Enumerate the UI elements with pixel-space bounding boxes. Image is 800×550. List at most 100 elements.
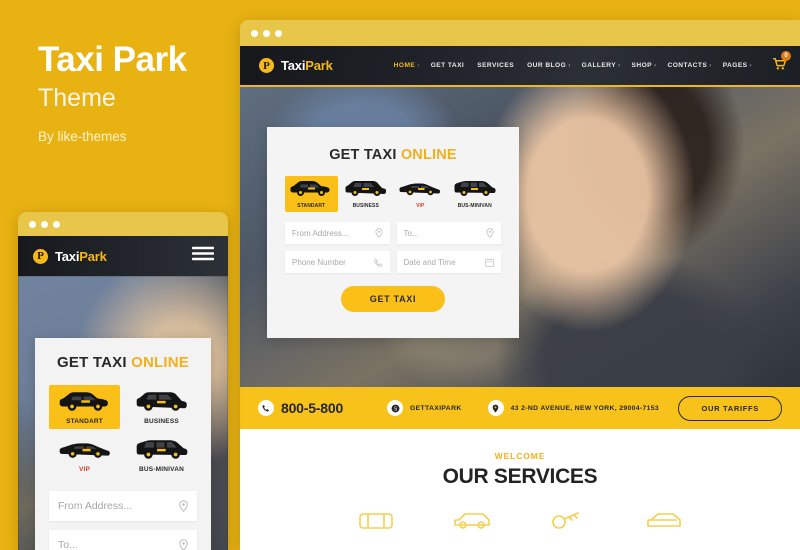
services-section: WELCOME OUR SERVICES [240,429,800,532]
date-time-field[interactable]: Date and Time [396,251,501,273]
logo-text-accent: Park [305,58,333,73]
car-type-label: STANDART [66,418,103,425]
nav-label: HOME [393,62,416,69]
key-icon[interactable] [548,506,588,532]
contact-phone[interactable]: 800-5-800 [258,400,343,416]
car-type-business[interactable]: BUSINESS [340,176,393,212]
to-address-field[interactable]: To... [396,222,501,244]
nav-label: SHOP [631,62,653,69]
taxi-side-icon[interactable] [452,506,492,532]
window-dot-maximize-icon[interactable] [275,29,282,37]
car-type-label: BUS-MINIVAN [457,203,492,209]
car-type-vip[interactable]: VIP [49,433,120,477]
desktop-window-titlebar [240,20,800,46]
to-address-placeholder: To... [403,228,419,238]
promo-block: Taxi Park Theme By like-themes [38,40,238,144]
chevron-right-icon: › [417,63,420,69]
chevron-right-icon: › [618,63,621,69]
map-pin-icon [487,400,504,416]
phone-number-field[interactable]: Phone Number [285,251,390,273]
desktop-mockup-window: P TaxiPark HOME › GET TAXI SERVICES OUR B… [240,20,800,550]
main-navigation: HOME › GET TAXI SERVICES OUR BLOG › GALLER… [394,50,791,75]
to-address-placeholder: To... [58,539,78,550]
car-type-label: BUS-MINIVAN [138,466,185,473]
from-address-placeholder: From Address... [58,500,133,512]
car-type-standart[interactable]: STANDART [49,385,120,429]
nav-label: GET TAXI [430,62,465,69]
mobile-menu-button[interactable] [191,246,215,266]
mobile-mockup-window: P TaxiPark GET TAXI ONLINE STANDART BUSI… [18,212,228,550]
mobile-viewport: P TaxiPark GET TAXI ONLINE STANDART BUSI… [18,236,228,550]
from-address-field[interactable]: From Address... [285,222,390,244]
phone-icon [373,258,382,267]
hero-section: GET TAXI ONLINE STANDART BUSINESS VIP BU… [240,87,800,387]
nav-item-our-blog[interactable]: OUR BLOG › [527,62,571,69]
taxi-front-icon[interactable] [356,506,396,532]
logo-badge-icon: P [32,247,49,265]
map-pin-icon [374,228,383,238]
car-type-label: VIP [78,466,91,473]
booking-form-card: GET TAXI ONLINE STANDART BUSINESS VIP BU… [267,127,519,338]
contact-skype[interactable]: S GETTAXIPARK [387,400,462,416]
car-type-bus-minivan[interactable]: BUS-MINIVAN [449,176,502,212]
car-type-business[interactable]: BUSINESS [126,385,197,429]
logo-text-light: Taxi [55,248,80,264]
page-title: Taxi Park [38,40,187,79]
window-dot-close-icon[interactable] [251,29,258,37]
mobile-to-address-field[interactable]: To... [49,530,197,550]
promo-subtitle: Theme [38,83,116,112]
nav-item-services[interactable]: SERVICES [477,62,516,69]
mobile-window-titlebar [18,212,228,236]
our-tariffs-button[interactable]: OUR TARIFFS [678,395,782,421]
car-icon[interactable] [644,506,684,532]
mobile-from-address-field[interactable]: From Address... [49,491,197,521]
cart-button[interactable]: 0 [772,50,791,75]
chevron-right-icon: › [749,63,752,69]
car-type-standart[interactable]: STANDART [285,176,338,212]
mobile-car-type-selector: STANDART BUSINESS VIP BUS-MINIVAN [49,385,197,477]
window-dot-maximize-icon[interactable] [53,220,60,228]
get-taxi-submit-button[interactable]: GET TAXI [340,286,446,312]
nav-label: CONTACTS [667,62,708,69]
contact-skype-handle: GETTAXIPARK [410,404,462,412]
contact-phone-number: 800-5-800 [281,400,344,416]
map-pin-icon [179,539,188,550]
chevron-right-icon: › [568,63,571,69]
window-dot-minimize-icon[interactable] [263,29,270,37]
date-time-placeholder: Date and Time [403,257,456,267]
mobile-booking-form-card: GET TAXI ONLINE STANDART BUSINESS VIP BU… [35,338,211,550]
nav-item-gallery[interactable]: GALLERY › [582,62,621,69]
nav-item-pages[interactable]: PAGES › [723,62,752,69]
nav-item-contacts[interactable]: CONTACTS › [667,62,711,69]
mobile-site-logo[interactable]: P TaxiPark [32,247,107,265]
contact-address[interactable]: 43 2-ND AVENUE, NEW YORK, 29004-7153 [487,400,659,416]
car-type-bus-minivan[interactable]: BUS-MINIVAN [126,433,197,477]
mobile-booking-form-title: GET TAXI ONLINE [49,354,197,371]
window-dot-close-icon[interactable] [29,220,36,228]
nav-label: OUR BLOG [527,62,567,69]
chevron-right-icon: › [709,63,712,69]
window-dot-minimize-icon[interactable] [41,220,48,228]
booking-row-addresses: From Address... To... [285,222,501,244]
desktop-viewport: P TaxiPark HOME › GET TAXI SERVICES OUR B… [240,46,800,550]
nav-item-shop[interactable]: SHOP › [632,62,657,69]
nav-label: SERVICES [477,62,515,69]
booking-title-main: GET TAXI [329,147,397,163]
wagon-taxi-icon [345,181,386,196]
car-type-label: VIP [416,203,425,209]
logo-text-light: Taxi [281,58,306,73]
nav-label: PAGES [722,62,748,69]
booking-row-phone-date: Phone Number Date and Time [285,251,501,273]
sedan-taxi-icon [59,392,108,411]
nav-item-home[interactable]: HOME › [394,62,420,69]
sports-taxi-icon [59,443,110,458]
sedan-taxi-icon [290,181,330,196]
site-logo[interactable]: P TaxiPark [258,57,333,74]
nav-item-get-taxi[interactable]: GET TAXI [431,62,467,69]
services-icon-row [240,506,800,532]
booking-title-accent: ONLINE [131,354,189,371]
booking-form-title: GET TAXI ONLINE [285,147,501,163]
map-pin-icon [486,228,494,238]
skype-icon: S [387,400,404,416]
car-type-vip[interactable]: VIP [394,176,447,212]
